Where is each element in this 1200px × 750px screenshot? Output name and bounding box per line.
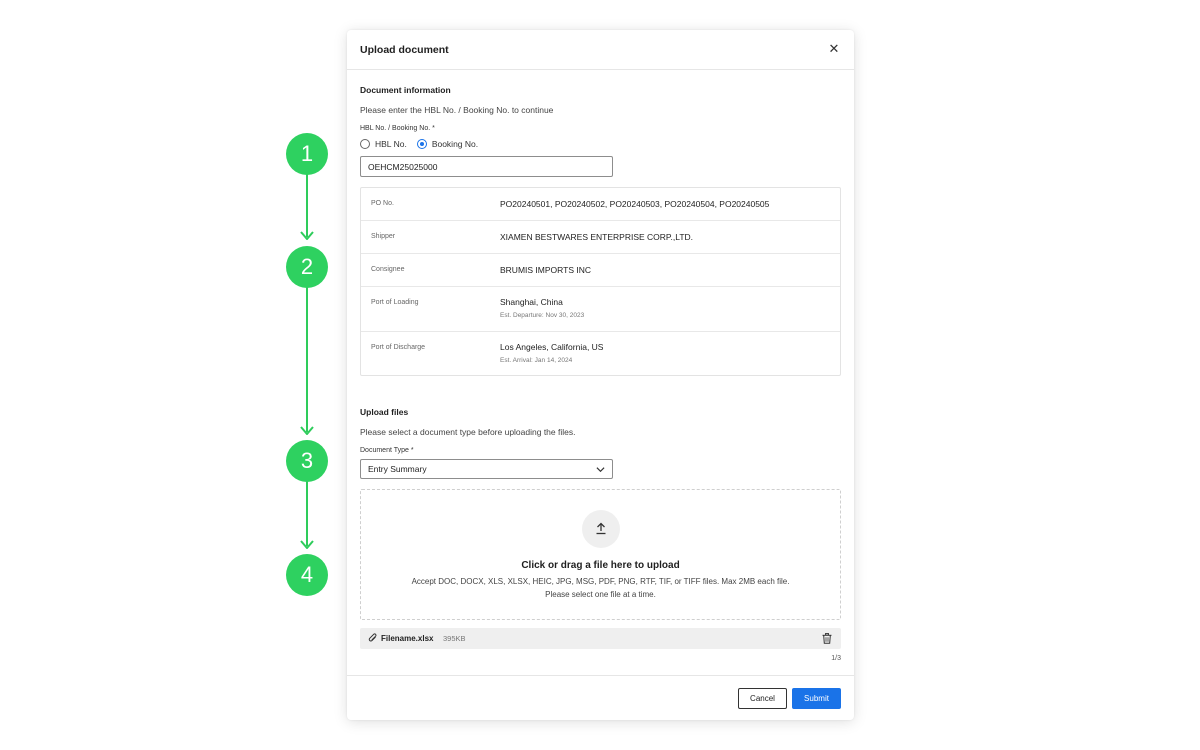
footer-divider	[347, 675, 854, 676]
radio-hbl-label[interactable]: HBL No.	[375, 139, 407, 149]
cancel-button[interactable]: Cancel	[738, 688, 787, 709]
step-connector	[306, 481, 308, 546]
row-value: XIAMEN BESTWARES ENTERPRISE CORP.,LTD.	[500, 232, 694, 242]
row-value: Los Angeles, California, US	[500, 342, 604, 352]
document-info-title: Document information	[360, 85, 451, 95]
row-subvalue: Est. Arrival: Jan 14, 2024	[500, 357, 573, 364]
arrow-down-icon	[300, 426, 314, 435]
dropzone-title: Click or drag a file here to upload	[521, 560, 680, 571]
chevron-down-icon	[596, 467, 605, 473]
upload-button[interactable]	[582, 510, 620, 548]
submit-button[interactable]: Submit	[792, 688, 841, 709]
row-key: Port of Discharge	[371, 344, 426, 351]
trash-icon[interactable]	[822, 633, 832, 644]
paperclip-icon	[368, 633, 377, 642]
modal-header: Upload document ✕	[347, 30, 854, 70]
dropzone-accept-text: Accept DOC, DOCX, XLS, XLSX, HEIC, JPG, …	[411, 577, 790, 586]
row-value: BRUMIS IMPORTS INC	[500, 265, 591, 275]
upload-files-helper: Please select a document type before upl…	[360, 427, 576, 437]
step-4-badge: 4	[286, 554, 328, 596]
shipment-info-table: PO No. PO20240501, PO20240502, PO2024050…	[360, 187, 841, 376]
close-icon[interactable]: ✕	[828, 42, 840, 55]
arrow-down-icon	[300, 540, 314, 549]
row-value: Shanghai, China	[500, 297, 563, 307]
radio-booking-label[interactable]: Booking No.	[432, 139, 478, 149]
table-row: Port of Loading Shanghai, China Est. Dep…	[361, 287, 840, 332]
row-key: Consignee	[371, 266, 405, 273]
document-type-value: Entry Summary	[368, 464, 427, 474]
table-row: Consignee BRUMIS IMPORTS INC	[361, 254, 840, 287]
uploaded-file-item: Filename.xlsx 395KB	[360, 628, 841, 649]
radio-booking[interactable]	[416, 139, 427, 149]
row-key: Shipper	[371, 233, 396, 240]
file-name: Filename.xlsx	[381, 634, 434, 643]
step-rail: 1 2 3 4	[286, 0, 328, 750]
file-size: 395KB	[443, 634, 466, 643]
id-type-radio-group: HBL No. Booking No.	[360, 139, 488, 149]
modal-title: Upload document	[360, 44, 449, 56]
booking-number-input[interactable]	[360, 156, 613, 177]
step-connector	[306, 174, 308, 237]
table-row: PO No. PO20240501, PO20240502, PO2024050…	[361, 188, 840, 221]
step-connector	[306, 287, 308, 432]
step-2-badge: 2	[286, 246, 328, 288]
file-count: 1/3	[831, 655, 841, 662]
row-key: PO No.	[371, 200, 394, 207]
document-type-select[interactable]: Entry Summary	[360, 459, 613, 479]
radio-hbl[interactable]	[360, 139, 370, 149]
hbl-booking-label: HBL No. / Booking No. *	[360, 125, 435, 132]
document-type-label: Document Type *	[360, 447, 414, 454]
upload-files-title: Upload files	[360, 407, 409, 417]
dropzone-single-file-text: Please select one file at a time.	[545, 590, 656, 599]
table-row: Port of Discharge Los Angeles, Californi…	[361, 332, 840, 375]
upload-icon	[596, 522, 606, 535]
step-3-badge: 3	[286, 440, 328, 482]
row-key: Port of Loading	[371, 299, 419, 306]
table-row: Shipper XIAMEN BESTWARES ENTERPRISE CORP…	[361, 221, 840, 254]
row-value: PO20240501, PO20240502, PO20240503, PO20…	[500, 199, 770, 209]
step-1-badge: 1	[286, 133, 328, 175]
file-dropzone[interactable]: Click or drag a file here to upload Acce…	[360, 489, 841, 620]
upload-document-modal: Upload document ✕ Document information P…	[347, 30, 854, 720]
document-info-helper: Please enter the HBL No. / Booking No. t…	[360, 105, 554, 115]
row-subvalue: Est. Departure: Nov 30, 2023	[500, 312, 585, 319]
arrow-down-icon	[300, 231, 314, 240]
